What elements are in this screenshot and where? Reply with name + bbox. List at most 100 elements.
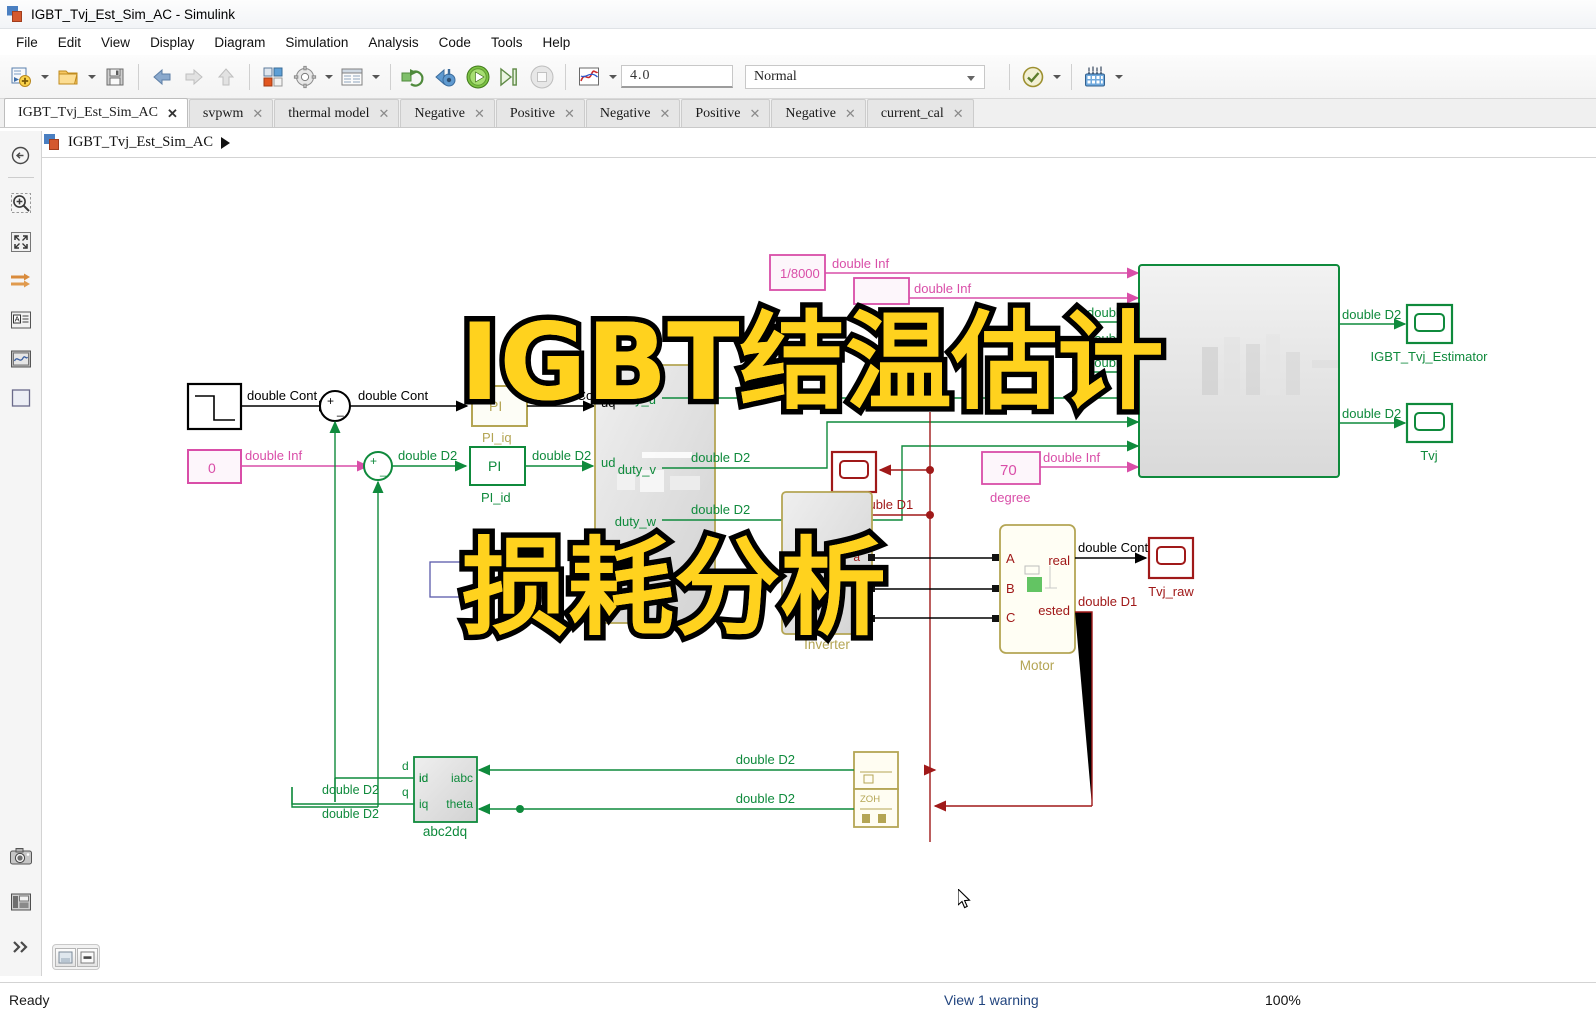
tab-current-cal[interactable]: current_cal ✕	[866, 99, 974, 127]
menu-item-analysis[interactable]: Analysis	[358, 33, 428, 52]
tab-positive-1[interactable]: Positive ✕	[495, 99, 585, 127]
menu-item-view[interactable]: View	[91, 33, 140, 52]
library-panel-icon[interactable]	[6, 887, 36, 917]
scope-frequence[interactable]: Tvj_raw	[1147, 536, 1194, 599]
solver-annotation[interactable]	[429, 561, 489, 598]
svg-text:+: +	[327, 394, 334, 408]
menu-item-help[interactable]: Help	[532, 33, 580, 52]
data-inspector-dropdown-icon[interactable]	[606, 62, 619, 92]
check-dropdown-icon[interactable]	[1050, 62, 1063, 92]
block-diagram[interactable]: double Cont + _ double Cont PI PI_iq dou…	[42, 162, 1596, 976]
inverter-block[interactable]: a b c Inverter	[781, 491, 873, 652]
menu-item-file[interactable]: File	[6, 33, 48, 52]
signal-label-zoh-top-out: double D2	[736, 752, 795, 767]
chevron-right-icon[interactable]	[221, 136, 231, 149]
constant-degree-caption: degree	[990, 490, 1030, 505]
close-icon[interactable]: ✕	[379, 107, 390, 120]
fast-restart-icon[interactable]	[431, 62, 461, 92]
camera-snapshot-icon[interactable]	[6, 842, 36, 872]
build-dropdown-icon[interactable]	[1112, 62, 1125, 92]
open-dropdown-icon[interactable]	[85, 62, 98, 92]
zoom-out-icon[interactable]	[76, 947, 98, 967]
tab-igbt-tvj-est-sim-ac[interactable]: IGBT_Tvj_Est_Sim_AC ✕	[4, 98, 188, 127]
constant-degree-block[interactable]: 70 degree	[981, 451, 1041, 505]
signal-label-ib-in: double D2	[1087, 331, 1146, 346]
run-icon[interactable]	[463, 62, 493, 92]
close-icon[interactable]: ✕	[167, 107, 178, 120]
constant-vbus-block[interactable]	[853, 277, 910, 305]
library-browser-icon[interactable]	[258, 62, 288, 92]
sum-block-iq[interactable]: + _	[319, 390, 351, 422]
menu-item-simulation[interactable]: Simulation	[275, 33, 358, 52]
tab-thermal-model[interactable]: thermal model ✕	[274, 99, 400, 127]
breadcrumb-path[interactable]: IGBT_Tvj_Est_Sim_AC	[68, 134, 213, 151]
constant-zero-block[interactable]: 0	[187, 449, 242, 484]
check-circle-icon[interactable]	[1018, 62, 1048, 92]
svpwm-port-uq: uq	[601, 395, 615, 410]
tab-positive-2[interactable]: Positive ✕	[681, 99, 771, 127]
close-icon[interactable]: ✕	[564, 107, 575, 120]
menu-item-display[interactable]: Display	[140, 33, 204, 52]
scope-mid[interactable]	[830, 450, 878, 494]
model-explorer-dropdown-icon[interactable]	[369, 62, 382, 92]
scope-viewer-icon[interactable]	[6, 344, 36, 374]
pi-iq-caption: PI_iq	[482, 430, 512, 445]
pi-iq-block[interactable]: PI PI_iq	[471, 385, 528, 445]
model-explorer-icon[interactable]	[337, 62, 367, 92]
signal-label-const-zero-out: double Inf	[245, 448, 302, 463]
menu-item-code[interactable]: Code	[429, 33, 481, 52]
tab-negative-2[interactable]: Negative ✕	[585, 99, 681, 127]
zoh-block-bottom[interactable]: ZOH	[853, 788, 899, 828]
open-folder-icon[interactable]	[53, 62, 83, 92]
motor-port-real: real	[1048, 553, 1070, 568]
motor-block[interactable]: A B C real ested Motor	[999, 524, 1076, 673]
estimator-block[interactable]	[1138, 264, 1340, 478]
close-icon[interactable]: ✕	[474, 107, 485, 120]
step-forward-icon[interactable]	[495, 62, 525, 92]
annotation-icon[interactable]: A	[6, 305, 36, 335]
close-icon[interactable]: ✕	[845, 107, 856, 120]
status-warning-link[interactable]: View 1 warning	[944, 992, 1039, 1008]
canvas-zoom-widget[interactable]	[52, 944, 100, 970]
abc2dq-block[interactable]: id id iq iabc theta abc2dq d q	[402, 756, 478, 839]
back-arrow-icon[interactable]	[147, 62, 177, 92]
menu-item-diagram[interactable]: Diagram	[204, 33, 275, 52]
menu-item-edit[interactable]: Edit	[48, 33, 91, 52]
signal-label-tigbt-filtered-out: double D2	[1342, 307, 1401, 322]
pi-id-block[interactable]: PI PI_id	[469, 446, 526, 505]
save-icon[interactable]	[100, 62, 130, 92]
model-tab-strip: IGBT_Tvj_Est_Sim_AC ✕ svpwm ✕ thermal mo…	[0, 98, 1596, 128]
close-icon[interactable]: ✕	[953, 107, 964, 120]
fit-to-view-icon[interactable]	[6, 227, 36, 257]
update-model-icon[interactable]	[399, 62, 429, 92]
simulation-mode-select[interactable]: Normal	[745, 64, 985, 89]
zoom-in-icon[interactable]	[6, 188, 36, 218]
svpwm-block[interactable]: uq ud duty_u duty_v duty_w	[594, 364, 716, 624]
build-icon[interactable]	[1080, 62, 1110, 92]
subsystem-icon[interactable]	[6, 383, 36, 413]
gear-icon[interactable]	[290, 62, 320, 92]
constant-pwm-ts-block[interactable]: 1/8000	[769, 254, 826, 291]
simulink-canvas[interactable]: double Cont + _ double Cont PI PI_iq dou…	[42, 162, 1596, 976]
tab-negative-1[interactable]: Negative ✕	[400, 99, 495, 127]
tab-negative-3[interactable]: Negative ✕	[771, 99, 866, 127]
zoom-fit-icon[interactable]	[54, 947, 76, 967]
gear-dropdown-icon[interactable]	[322, 62, 335, 92]
zoh-bottom-label: ZOH	[860, 794, 880, 805]
navigate-back-icon[interactable]	[6, 140, 36, 170]
sum-block-id[interactable]: + _	[363, 451, 393, 481]
close-icon[interactable]: ✕	[659, 107, 670, 120]
new-model-icon[interactable]	[6, 62, 36, 92]
stop-time-input[interactable]: 4.0	[621, 65, 733, 88]
step-block[interactable]	[186, 382, 243, 431]
zoh-block-top[interactable]	[853, 751, 899, 790]
tab-svpwm[interactable]: svpwm ✕	[188, 99, 274, 127]
menu-item-tools[interactable]: Tools	[481, 33, 533, 52]
close-icon[interactable]: ✕	[252, 107, 263, 120]
expand-chevrons-icon[interactable]	[6, 932, 36, 962]
data-inspector-icon[interactable]	[574, 62, 604, 92]
signal-routing-icon[interactable]	[6, 266, 36, 296]
new-model-dropdown-icon[interactable]	[38, 62, 51, 92]
close-icon[interactable]: ✕	[749, 107, 760, 120]
scope-tvj-raw[interactable]: Tvj	[1405, 402, 1454, 463]
